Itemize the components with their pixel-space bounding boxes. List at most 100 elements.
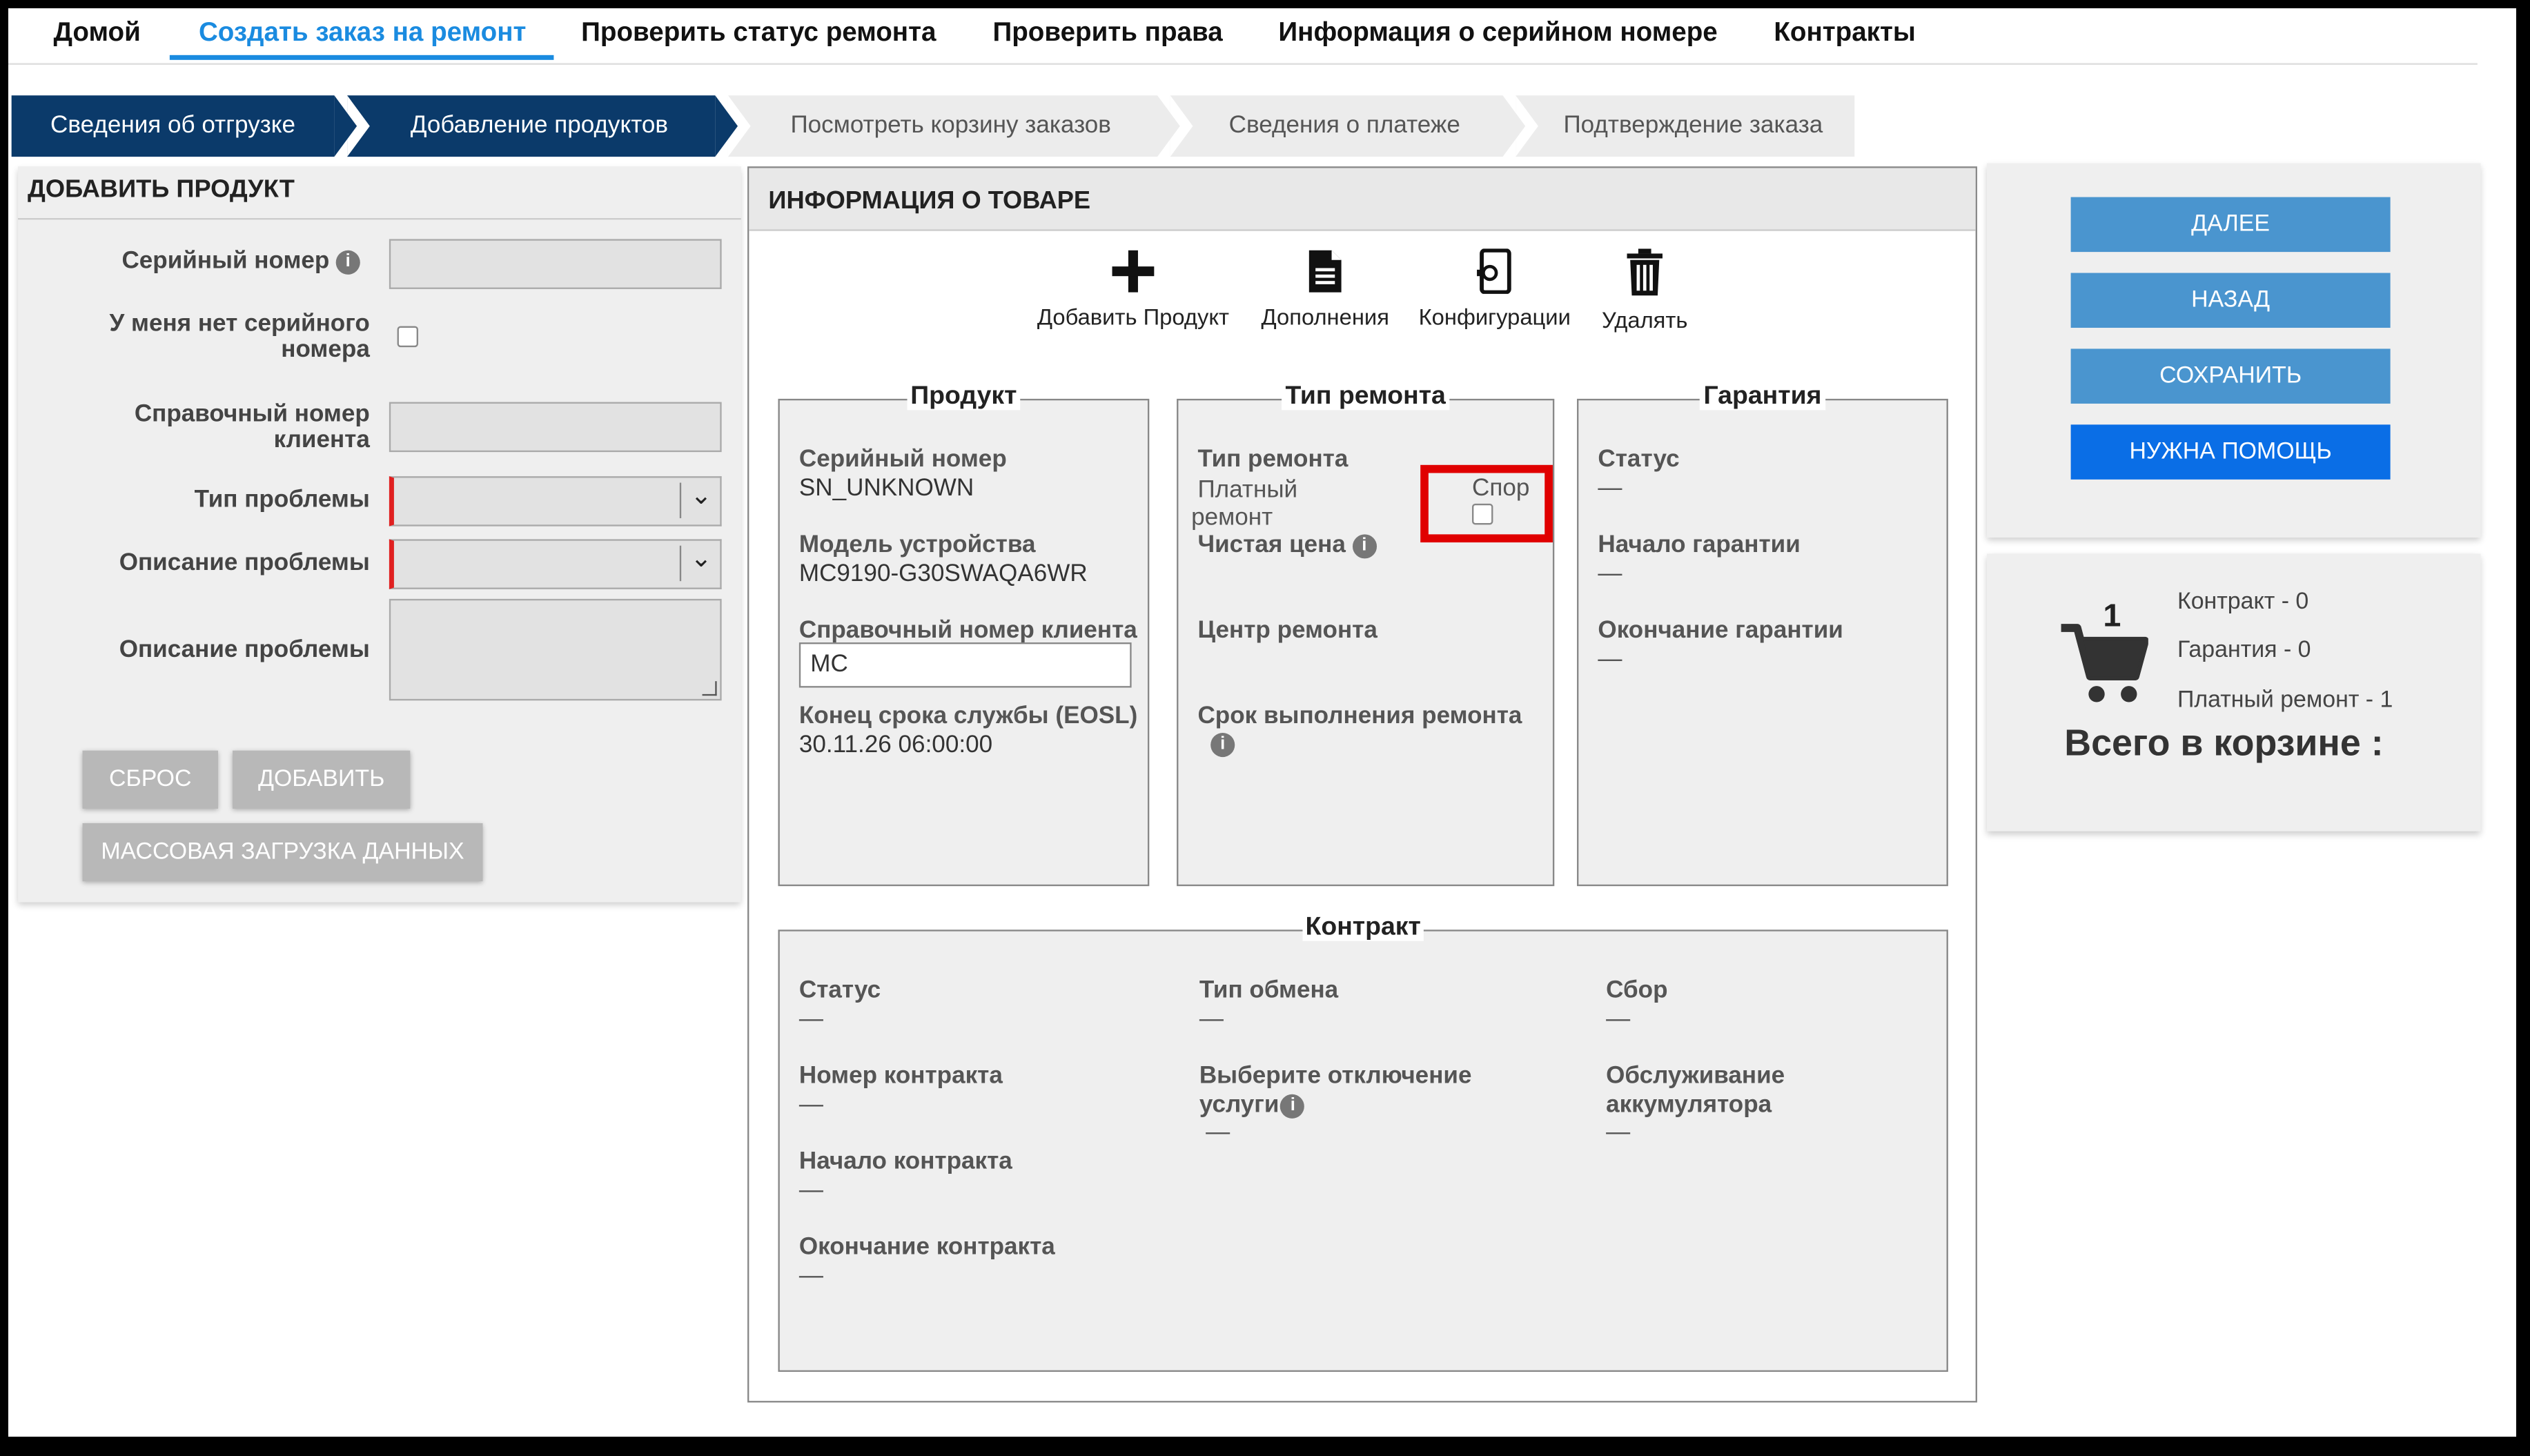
nav-contracts[interactable]: Контракты [1774,18,1916,48]
add-product-tool[interactable]: Добавить Продукт [1033,248,1233,329]
addons-tool[interactable]: Дополнения [1253,248,1398,329]
add-product-title: ДОБАВИТЬ ПРОДУКТ [28,176,295,204]
nav-check-repair-status[interactable]: Проверить статус ремонта [581,18,936,48]
info-icon: i [1210,732,1235,758]
device-config-icon [1477,248,1511,294]
cart-contract-count: Контракт - 0 [2177,589,2309,616]
serial-number-field-label: Серийный номер [798,445,1007,473]
contract-start-value: — [798,1177,823,1204]
document-icon [1308,250,1342,293]
contract-number-value: — [798,1091,823,1119]
actions-panel: ДАЛЕЕ НАЗАД СОХРАНИТЬ НУЖНА ПОМОЩЬ [1987,163,2481,538]
dispute-label: Спор [1472,474,1530,502]
warranty-status-label: Статус [1598,445,1680,473]
serial-number-input[interactable] [389,239,722,289]
tool-label: Конфигурации [1418,303,1571,330]
wizard-step-payment[interactable]: Сведения о платеже [1170,95,1526,157]
repair-type-value: Платный ремонт [1191,476,1298,531]
problem-description-textarea[interactable] [389,598,722,701]
turnaround-label: Срок выполнения ремонта [1197,702,1522,730]
product-info-panel: ИНФОРМАЦИЯ О ТОВАРЕ Добавить Продукт Доп… [747,166,1977,1403]
tool-label: Удалять [1602,306,1688,333]
need-help-button[interactable]: НУЖНА ПОМОЩЬ [2070,424,2391,480]
product-legend: Продукт [907,382,1021,411]
product-fieldset: Продукт Серийный номер SN_UNKNOWN Модель… [778,382,1150,887]
dispute-checkbox[interactable] [1472,503,1493,525]
wizard-step-label: Посмотреть корзину заказов [790,111,1111,139]
wizard-step-label: Добавление продуктов [410,111,669,139]
save-button[interactable]: СОХРАНИТЬ [2070,348,2391,404]
problem-description-text-label: Описание проблемы [119,636,370,664]
warranty-legend: Гарантия [1700,382,1825,411]
nav-home[interactable]: Домой [53,18,140,48]
no-serial-checkbox[interactable] [397,326,418,348]
cart-count: 1 [2103,598,2121,635]
nav-create-repair-order[interactable]: Создать заказ на ремонт [199,18,526,48]
serial-number-label: Серийный номер i [18,248,360,274]
problem-type-label: Тип проблемы [194,486,370,513]
tool-label: Добавить Продукт [1037,303,1230,330]
back-button[interactable]: НАЗАД [2070,273,2391,328]
problem-description-label: Описание проблемы [119,549,370,577]
trash-icon [1627,248,1663,296]
wizard-step-label: Подтверждение заказа [1563,111,1823,139]
add-button[interactable]: ДОБАВИТЬ [233,750,411,809]
net-price-label: Чистая цена i [1197,531,1377,558]
cart-panel: 1 Контракт - 0 Гарантия - 0 Платный ремо… [1987,553,2481,832]
serial-number-value: SN_UNKNOWN [798,474,974,502]
cart-total-label: Всего в корзине : [2064,721,2384,764]
warranty-start-label: Начало гарантии [1598,531,1801,559]
delete-tool[interactable]: Удалять [1588,248,1701,333]
nav-serial-info[interactable]: Информация о серийном номере [1278,18,1717,48]
customer-ref-field-label: Справочный номер клиента [798,616,1137,645]
contract-end-label: Окончание контракта [798,1232,1055,1261]
contract-end-value: — [798,1262,823,1290]
no-serial-label: У меня нет серийного номера [109,310,370,364]
resize-handle[interactable] [702,681,717,696]
wizard-step-confirmation[interactable]: Подтверждение заказа [1516,95,1855,157]
plus-icon [1112,250,1155,293]
customer-ref-value-input[interactable]: MC [798,642,1132,688]
exchange-type-label: Тип обмена [1199,976,1339,1004]
problem-description-select[interactable]: ⌄ [389,539,722,589]
screenshot-frame: Домой Создать заказ на ремонт Проверить … [8,8,2516,1437]
order-wizard: Сведения об отгрузке Добавление продукто… [8,95,1864,157]
warranty-start-value: — [1598,560,1622,588]
nav-check-entitlement[interactable]: Проверить права [992,18,1222,48]
warranty-end-value: — [1598,645,1622,673]
wizard-step-shipping[interactable]: Сведения об отгрузке [11,95,357,157]
wizard-step-view-cart[interactable]: Посмотреть корзину заказов [727,95,1180,157]
fee-value: — [1606,1005,1631,1033]
exchange-type-value: — [1199,1005,1224,1033]
repair-type-legend: Тип ремонта [1282,382,1449,411]
active-tab-underline [169,55,554,60]
warranty-status-value: — [1598,474,1622,502]
contract-legend: Контракт [1302,913,1424,941]
device-model-value: MC9190-G30SWAQA6WR [798,560,1088,588]
chevron-down-icon: ⌄ [690,545,712,573]
configurations-tool[interactable]: Конфигурации [1414,248,1576,329]
cart-warranty-count: Гарантия - 0 [2177,638,2311,664]
cart-paid-repair-count: Платный ремонт - 1 [2177,687,2393,714]
wizard-step-add-products[interactable]: Добавление продуктов [347,95,738,157]
info-icon: i [335,249,360,274]
repair-type-field-label: Тип ремонта [1197,445,1349,473]
tool-label: Дополнения [1261,303,1389,330]
contract-start-label: Начало контракта [798,1147,1012,1175]
device-model-label: Модель устройства [798,531,1036,559]
reset-button[interactable]: СБРОС [82,750,219,809]
wizard-step-label: Сведения о платеже [1228,111,1460,139]
customer-ref-label: Справочный номер клиента [134,400,370,454]
product-info-title: ИНФОРМАЦИЯ О ТОВАРЕ [768,187,1091,215]
fee-label: Сбор [1606,976,1668,1004]
warranty-end-label: Окончание гарантии [1598,616,1843,645]
battery-service-label: Обслуживание аккумулятора [1606,1062,1785,1119]
problem-type-select[interactable]: ⌄ [389,476,722,527]
repair-type-fieldset: Тип ремонта Тип ремонта Платный ремонт Чи… [1177,382,1555,887]
next-button[interactable]: ДАЛЕЕ [2070,197,2391,253]
add-product-panel: ДОБАВИТЬ ПРОДУКТ Серийный номер i У меня … [18,166,741,903]
customer-ref-input[interactable] [389,402,722,453]
bulk-upload-button[interactable]: МАССОВАЯ ЗАГРУЗКА ДАННЫХ [82,823,483,882]
contract-status-value: — [798,1005,823,1033]
battery-service-value: — [1606,1118,1631,1146]
